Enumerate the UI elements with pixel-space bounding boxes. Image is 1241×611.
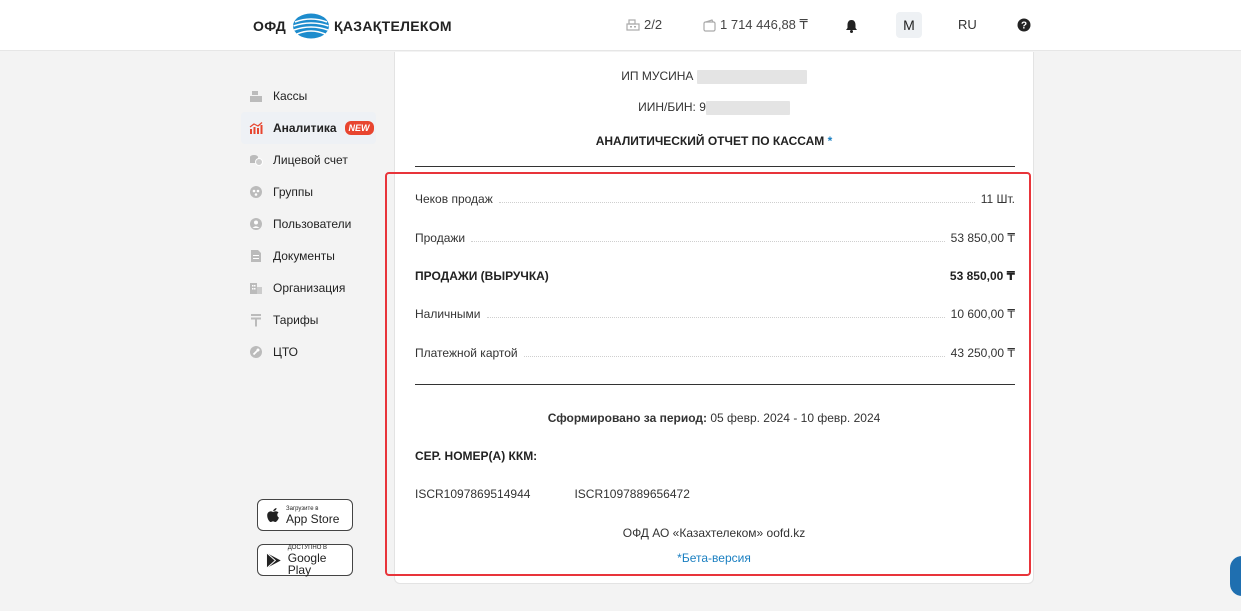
redacted-block (705, 100, 790, 115)
sidebar-item-organization[interactable]: Организация (241, 272, 376, 304)
iin-label: ИИН/БИН: 9 (638, 100, 706, 114)
sidebar-item-label: Организация (273, 281, 346, 295)
app-store-big-text: App Store (286, 511, 340, 526)
google-play-icon (266, 552, 281, 568)
logo-company-text: ҚАЗАҚТЕЛЕКОМ (334, 18, 452, 34)
sidebar-item-documents[interactable]: Документы (241, 240, 376, 272)
sidebar-item-label: ЦТО (273, 345, 299, 359)
analytics-icon (249, 121, 263, 135)
registers-counter[interactable]: 2/2 (626, 17, 662, 32)
app-store-button[interactable]: Загрузите в App Store (257, 499, 353, 531)
divider (415, 166, 1015, 167)
top-header: ОФД ҚАЗАҚТЕЛЕКОМ 2/2 1 714 446,88 ₸ M RU… (0, 0, 1241, 51)
sidebar-item-analytics[interactable]: Аналитика NEW (241, 112, 376, 144)
document-icon (249, 249, 263, 263)
sidebar-item-label: Документы (273, 249, 335, 263)
period-value: 05 февр. 2024 - 10 февр. 2024 (710, 411, 881, 425)
balance-value: 1 714 446,88 ₸ (720, 17, 808, 32)
divider (415, 384, 1015, 385)
balance-display[interactable]: 1 714 446,88 ₸ (703, 17, 808, 33)
row-label: Продажи (415, 231, 466, 245)
bell-icon[interactable] (845, 19, 858, 33)
report-row: Чеков продаж 11 Шт. (415, 192, 1015, 206)
group-icon (249, 185, 263, 199)
logo[interactable]: ОФД ҚАЗАҚТЕЛЕКОМ (253, 12, 452, 40)
row-label: ПРОДАЖИ (ВЫРУЧКА) (415, 269, 549, 283)
sidebar-item-account[interactable]: Лицевой счет (241, 144, 376, 176)
serial-number: ISCR1097869514944 (415, 487, 531, 501)
new-badge: NEW (344, 121, 374, 135)
chat-widget-button[interactable] (1230, 556, 1241, 596)
wrench-icon (249, 345, 263, 359)
sidebar-item-label: Кассы (273, 89, 308, 103)
logo-ofd-text: ОФД (253, 18, 287, 34)
globe-logo-icon (293, 13, 330, 39)
sidebar-item-groups[interactable]: Группы (241, 176, 376, 208)
company-line: ИП МУСИНА (395, 69, 1033, 84)
sidebar-item-kassy[interactable]: Кассы (241, 80, 376, 112)
company-name: ИП МУСИНА (621, 69, 694, 83)
language-selector[interactable]: RU (958, 17, 977, 32)
period-line: Сформировано за период: 05 февр. 2024 - … (395, 411, 1033, 425)
tenge-icon (249, 313, 263, 327)
report-row: Наличными 10 600,00 ₸ (415, 307, 1015, 321)
building-icon (249, 281, 263, 295)
wallet-icon (703, 18, 716, 32)
sidebar-item-label: Лицевой счет (273, 153, 348, 167)
sidebar-item-cto[interactable]: ЦТО (241, 336, 376, 368)
row-label: Платежной картой (415, 346, 518, 360)
row-value: 53 850,00 ₸ (949, 269, 1015, 283)
user-avatar[interactable]: M (896, 12, 922, 38)
sidebar-item-tariffs[interactable]: Тарифы (241, 304, 376, 336)
svg-text:?: ? (1021, 21, 1027, 32)
row-value: 43 250,00 ₸ (950, 346, 1015, 360)
sidebar-item-label: Пользователи (273, 217, 352, 231)
report-row: Платежной картой 43 250,00 ₸ (415, 346, 1015, 360)
serials-heading: СЕР. НОМЕР(А) ККМ: (415, 449, 538, 463)
row-value: 53 850,00 ₸ (950, 231, 1015, 245)
beta-version-link[interactable]: *Бета-версия (395, 551, 1033, 565)
google-play-small-text: ДОСТУПНО В (287, 544, 328, 551)
row-value: 11 Шт. (980, 192, 1015, 206)
report-row-total: ПРОДАЖИ (ВЫРУЧКА) 53 850,00 ₸ (415, 269, 1015, 283)
iin-line: ИИН/БИН: 9 (395, 100, 1033, 115)
row-label: Наличными (415, 307, 481, 321)
sidebar-item-label: Группы (273, 185, 313, 199)
serial-number: ISCR1097889656472 (574, 487, 690, 501)
report-row: Продажи 53 850,00 ₸ (415, 231, 1015, 245)
report-footer: ОФД АО «Казахтелеком» oofd.kz (622, 526, 806, 540)
help-icon[interactable]: ? (1017, 18, 1031, 32)
redacted-block (696, 69, 807, 84)
sidebar-nav: Кассы Аналитика NEW Лицевой счет Группы … (241, 80, 376, 368)
row-value: 10 600,00 ₸ (950, 307, 1015, 321)
registers-count: 2/2 (644, 17, 663, 32)
user-initial: M (903, 17, 915, 33)
row-label: Чеков продаж (415, 192, 493, 206)
sidebar-item-users[interactable]: Пользователи (241, 208, 376, 240)
cash-register-icon (626, 19, 640, 31)
serials-list: ISCR1097869514944 ISCR1097889656472 (415, 487, 1015, 501)
user-icon (249, 217, 263, 231)
app-store-small-text: Загрузите в (286, 505, 319, 512)
title-asterisk: * (827, 134, 833, 148)
google-play-big-text: Google Play (287, 550, 327, 577)
sidebar-item-label: Тарифы (273, 313, 319, 327)
google-play-button[interactable]: ДОСТУПНО В Google Play (257, 544, 353, 576)
report-title: АНАЛИТИЧЕСКИЙ ОТЧЕТ ПО КАССАМ * (595, 134, 833, 148)
analytics-report-card: ИП МУСИНА ИИН/БИН: 9 АНАЛИТИЧЕСКИЙ ОТЧЕТ… (394, 52, 1034, 584)
cash-register-icon (249, 89, 263, 103)
period-label: Сформировано за период: (547, 411, 707, 425)
sidebar-item-label: Аналитика (273, 121, 337, 135)
coins-icon (249, 153, 263, 167)
apple-icon (267, 508, 279, 523)
language-label: RU (958, 17, 977, 32)
